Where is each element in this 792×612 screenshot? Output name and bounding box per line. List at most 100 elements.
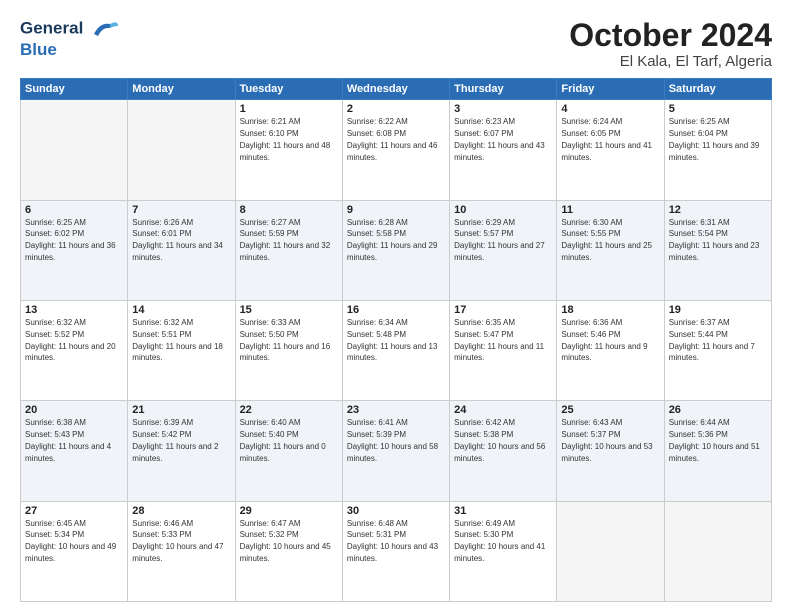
day-number: 10 [454, 204, 552, 216]
day-info: Sunrise: 6:40 AMSunset: 5:40 PMDaylight:… [240, 418, 326, 462]
table-row [557, 501, 664, 601]
table-row: 26 Sunrise: 6:44 AMSunset: 5:36 PMDayligh… [664, 401, 771, 501]
day-info: Sunrise: 6:22 AMSunset: 6:08 PMDaylight:… [347, 117, 438, 161]
table-row: 14Sunrise: 6:32 AMSunset: 5:51 PMDayligh… [128, 300, 235, 400]
table-row: 15 Sunrise: 6:33 AMSunset: 5:50 PMDayligh… [235, 300, 342, 400]
day-info: Sunrise: 6:45 AMSunset: 5:34 PMDaylight:… [25, 519, 116, 563]
col-thursday: Thursday [450, 79, 557, 100]
day-number: 2 [347, 103, 445, 115]
calendar-header-row: Sunday Monday Tuesday Wednesday Thursday… [21, 79, 772, 100]
logo-general: General [20, 18, 83, 37]
day-info: Sunrise: 6:49 AMSunset: 5:30 PMDaylight:… [454, 519, 545, 563]
logo: General Blue [20, 18, 118, 60]
day-number: 27 [25, 505, 123, 517]
table-row: 20 Sunrise: 6:38 AMSunset: 5:43 PMDayligh… [21, 401, 128, 501]
day-number: 20 [25, 404, 123, 416]
table-row: 12 Sunrise: 6:31 AMSunset: 5:54 PMDayligh… [664, 200, 771, 300]
day-number: 21 [132, 404, 230, 416]
day-number: 8 [240, 204, 338, 216]
day-number: 17 [454, 304, 552, 316]
day-info: Sunrise: 6:39 AMSunset: 5:42 PMDaylight:… [132, 418, 218, 462]
day-number: 19 [669, 304, 767, 316]
table-row: 9 Sunrise: 6:28 AMSunset: 5:58 PMDaylight… [342, 200, 449, 300]
day-number: 24 [454, 404, 552, 416]
table-row: 4Sunrise: 6:24 AMSunset: 6:05 PMDaylight… [557, 100, 664, 200]
day-number: 5 [669, 103, 767, 115]
day-info: Sunrise: 6:31 AMSunset: 5:54 PMDaylight:… [669, 218, 760, 262]
day-info: Sunrise: 6:28 AMSunset: 5:58 PMDaylight:… [347, 218, 438, 262]
day-info: Sunrise: 6:21 AMSunset: 6:10 PMDaylight:… [240, 117, 331, 161]
day-info: Sunrise: 6:46 AMSunset: 5:33 PMDaylight:… [132, 519, 223, 563]
day-info: Sunrise: 6:35 AMSunset: 5:47 PMDaylight:… [454, 318, 544, 362]
day-info: Sunrise: 6:30 AMSunset: 5:55 PMDaylight:… [561, 218, 652, 262]
day-info: Sunrise: 6:25 AMSunset: 6:04 PMDaylight:… [669, 117, 760, 161]
day-info: Sunrise: 6:48 AMSunset: 5:31 PMDaylight:… [347, 519, 438, 563]
day-number: 9 [347, 204, 445, 216]
day-info: Sunrise: 6:42 AMSunset: 5:38 PMDaylight:… [454, 418, 545, 462]
day-number: 29 [240, 505, 338, 517]
table-row: 21 Sunrise: 6:39 AMSunset: 5:42 PMDayligh… [128, 401, 235, 501]
month-title: October 2024 [569, 18, 772, 53]
day-number: 11 [561, 204, 659, 216]
day-info: Sunrise: 6:41 AMSunset: 5:39 PMDaylight:… [347, 418, 438, 462]
table-row: 30 Sunrise: 6:48 AMSunset: 5:31 PMDayligh… [342, 501, 449, 601]
day-number: 6 [25, 204, 123, 216]
day-info: Sunrise: 6:36 AMSunset: 5:46 PMDaylight:… [561, 318, 647, 362]
col-tuesday: Tuesday [235, 79, 342, 100]
logo-bird-icon [90, 18, 118, 40]
day-number: 28 [132, 505, 230, 517]
day-number: 3 [454, 103, 552, 115]
col-saturday: Saturday [664, 79, 771, 100]
table-row: 18Sunrise: 6:36 AMSunset: 5:46 PMDayligh… [557, 300, 664, 400]
table-row: 23 Sunrise: 6:41 AMSunset: 5:39 PMDayligh… [342, 401, 449, 501]
table-row: 10 Sunrise: 6:29 AMSunset: 5:57 PMDayligh… [450, 200, 557, 300]
table-row [128, 100, 235, 200]
table-row: 24 Sunrise: 6:42 AMSunset: 5:38 PMDayligh… [450, 401, 557, 501]
page: General Blue October 2024 El Kala, El Ta… [0, 0, 792, 612]
day-info: Sunrise: 6:32 AMSunset: 5:52 PMDaylight:… [25, 318, 116, 362]
day-info: Sunrise: 6:23 AMSunset: 6:07 PMDaylight:… [454, 117, 545, 161]
header: General Blue October 2024 El Kala, El Ta… [20, 18, 772, 70]
table-row: 13 Sunrise: 6:32 AMSunset: 5:52 PMDayligh… [21, 300, 128, 400]
day-number: 15 [240, 304, 338, 316]
day-number: 25 [561, 404, 659, 416]
calendar-table: Sunday Monday Tuesday Wednesday Thursday… [20, 78, 772, 602]
table-row: 29Sunrise: 6:47 AMSunset: 5:32 PMDayligh… [235, 501, 342, 601]
day-info: Sunrise: 6:37 AMSunset: 5:44 PMDaylight:… [669, 318, 755, 362]
day-info: Sunrise: 6:26 AMSunset: 6:01 PMDaylight:… [132, 218, 223, 262]
day-number: 31 [454, 505, 552, 517]
table-row: 1Sunrise: 6:21 AMSunset: 6:10 PMDaylight… [235, 100, 342, 200]
col-wednesday: Wednesday [342, 79, 449, 100]
table-row: 27 Sunrise: 6:45 AMSunset: 5:34 PMDayligh… [21, 501, 128, 601]
day-number: 22 [240, 404, 338, 416]
table-row: 31 Sunrise: 6:49 AMSunset: 5:30 PMDayligh… [450, 501, 557, 601]
day-info: Sunrise: 6:29 AMSunset: 5:57 PMDaylight:… [454, 218, 545, 262]
col-friday: Friday [557, 79, 664, 100]
day-number: 30 [347, 505, 445, 517]
day-number: 16 [347, 304, 445, 316]
table-row: 28 Sunrise: 6:46 AMSunset: 5:33 PMDayligh… [128, 501, 235, 601]
title-block: October 2024 El Kala, El Tarf, Algeria [569, 18, 772, 70]
day-number: 23 [347, 404, 445, 416]
col-sunday: Sunday [21, 79, 128, 100]
table-row: 17 Sunrise: 6:35 AMSunset: 5:47 PMDayligh… [450, 300, 557, 400]
table-row: 3 Sunrise: 6:23 AMSunset: 6:07 PMDaylight… [450, 100, 557, 200]
table-row: 8 Sunrise: 6:27 AMSunset: 5:59 PMDaylight… [235, 200, 342, 300]
col-monday: Monday [128, 79, 235, 100]
table-row [21, 100, 128, 200]
day-info: Sunrise: 6:38 AMSunset: 5:43 PMDaylight:… [25, 418, 111, 462]
location-title: El Kala, El Tarf, Algeria [569, 53, 772, 70]
day-info: Sunrise: 6:32 AMSunset: 5:51 PMDaylight:… [132, 318, 223, 362]
day-info: Sunrise: 6:44 AMSunset: 5:36 PMDaylight:… [669, 418, 760, 462]
day-number: 7 [132, 204, 230, 216]
table-row: 22 Sunrise: 6:40 AMSunset: 5:40 PMDayligh… [235, 401, 342, 501]
day-info: Sunrise: 6:43 AMSunset: 5:37 PMDaylight:… [561, 418, 652, 462]
day-info: Sunrise: 6:27 AMSunset: 5:59 PMDaylight:… [240, 218, 331, 262]
day-info: Sunrise: 6:34 AMSunset: 5:48 PMDaylight:… [347, 318, 438, 362]
day-number: 26 [669, 404, 767, 416]
day-info: Sunrise: 6:33 AMSunset: 5:50 PMDaylight:… [240, 318, 331, 362]
day-number: 12 [669, 204, 767, 216]
table-row: 2 Sunrise: 6:22 AMSunset: 6:08 PMDaylight… [342, 100, 449, 200]
day-number: 13 [25, 304, 123, 316]
table-row: 7 Sunrise: 6:26 AMSunset: 6:01 PMDaylight… [128, 200, 235, 300]
